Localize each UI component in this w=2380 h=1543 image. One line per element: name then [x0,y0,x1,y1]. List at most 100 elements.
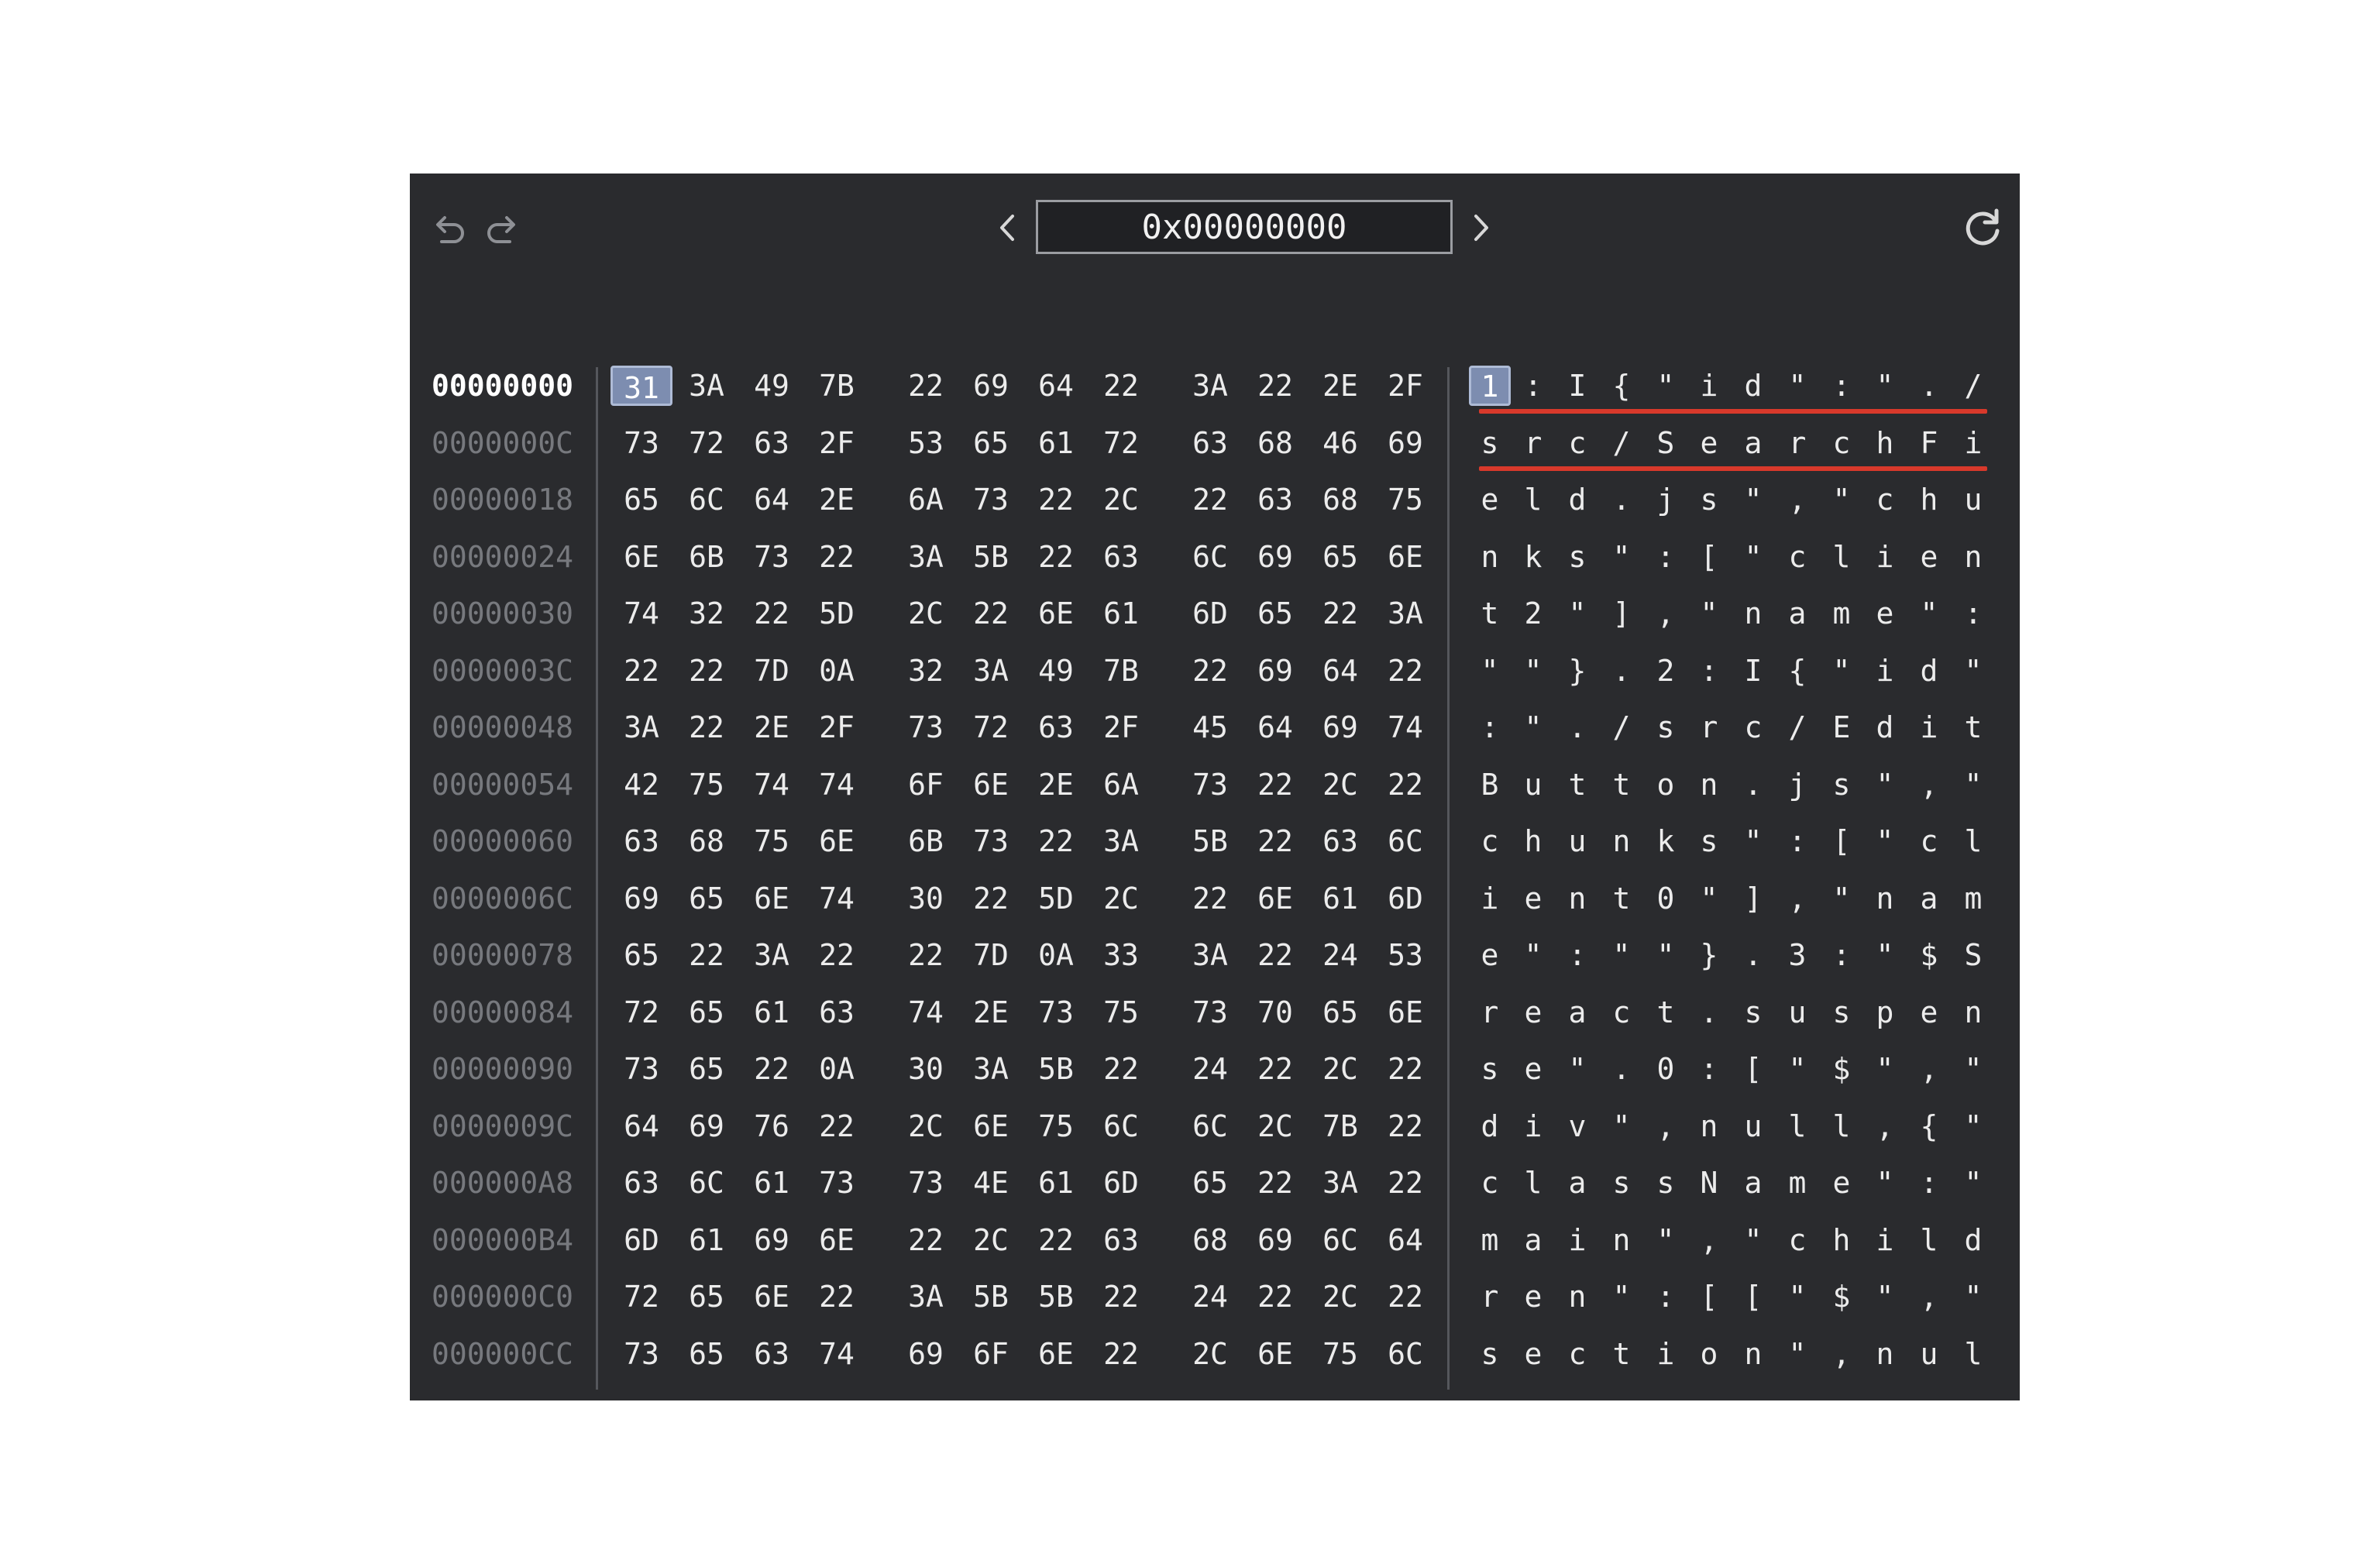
text-char[interactable]: d [1958,1212,1989,1269]
text-char[interactable]: " [1782,1041,1813,1098]
hex-byte[interactable]: 73 [895,1155,957,1211]
hex-byte[interactable]: 63 [1090,529,1152,586]
text-char[interactable]: u [1782,985,1813,1041]
hex-byte[interactable]: 72 [1090,415,1152,472]
text-char[interactable]: , [1694,1212,1725,1269]
hex-byte[interactable]: 22 [1025,813,1087,870]
hex-byte[interactable]: 63 [1025,699,1087,756]
text-char[interactable]: a [1738,1155,1769,1211]
text-char[interactable]: i [1650,1326,1681,1383]
text-char[interactable]: u [1958,472,1989,528]
hex-byte[interactable]: 22 [1179,871,1241,927]
text-char[interactable]: " [1958,643,1989,699]
text-char[interactable]: c [1474,813,1505,870]
hex-byte[interactable]: 6E [610,529,672,586]
hex-byte[interactable]: 2C [1309,1269,1371,1325]
text-char[interactable]: / [1782,699,1813,756]
hex-byte[interactable]: 2F [806,415,868,472]
address-input[interactable] [1036,200,1453,254]
hex-byte[interactable]: 7B [1309,1098,1371,1155]
text-char[interactable]: I [1738,643,1769,699]
hex-byte[interactable]: 3A [1179,358,1241,414]
hex-byte[interactable]: 22 [806,1098,868,1155]
text-char[interactable]: " [1914,586,1945,642]
text-char[interactable]: : [1650,1269,1681,1325]
text-char[interactable]: S [1958,927,1989,984]
hex-byte[interactable]: 61 [741,985,803,1041]
hex-byte[interactable]: 74 [895,985,957,1041]
hex-byte[interactable]: 7B [806,358,868,414]
text-char[interactable]: " [1474,643,1505,699]
text-char[interactable]: 0 [1650,1041,1681,1098]
hex-byte[interactable]: 6C [1309,1212,1371,1269]
text-char[interactable]: : [1914,1155,1945,1211]
hex-byte[interactable]: 69 [1244,643,1306,699]
hex-byte[interactable]: 6D [1179,586,1241,642]
text-char[interactable]: n [1738,586,1769,642]
text-char[interactable]: i [1869,643,1900,699]
text-char[interactable]: [ [1694,529,1725,586]
text-char[interactable]: / [1606,699,1637,756]
text-char[interactable]: e [1869,586,1900,642]
text-char[interactable]: 2 [1518,586,1549,642]
hex-byte[interactable]: 73 [741,529,803,586]
hex-byte[interactable]: 73 [1179,985,1241,1041]
text-char[interactable]: p [1869,985,1900,1041]
hex-byte[interactable]: 3A [960,643,1022,699]
text-char[interactable]: c [1869,472,1900,528]
text-char[interactable]: m [1782,1155,1813,1211]
hex-byte[interactable]: 72 [610,985,672,1041]
text-char[interactable]: n [1562,1269,1593,1325]
text-char[interactable]: h [1518,813,1549,870]
hex-byte[interactable]: 53 [1374,927,1436,984]
hex-byte[interactable]: 22 [676,699,738,756]
text-char[interactable]: d [1738,358,1769,414]
hex-byte[interactable]: 24 [1179,1269,1241,1325]
hex-byte[interactable]: 6E [960,1098,1022,1155]
text-char[interactable]: s [1474,415,1505,472]
hex-byte[interactable]: 6E [1025,1326,1087,1383]
text-char[interactable]: v [1562,1098,1593,1155]
hex-byte[interactable]: 69 [1374,415,1436,472]
text-char[interactable]: s [1474,1326,1505,1383]
hex-byte[interactable]: 2C [960,1212,1022,1269]
text-char[interactable]: : [1562,927,1593,984]
hex-byte[interactable]: 73 [610,415,672,472]
text-char[interactable]: " [1958,1155,1989,1211]
hex-byte[interactable]: 61 [1025,415,1087,472]
hex-byte[interactable]: 65 [676,1041,738,1098]
hex-byte[interactable]: 42 [610,757,672,813]
text-char[interactable]: $ [1914,927,1945,984]
hex-byte[interactable]: 2F [1090,699,1152,756]
text-char[interactable]: S [1650,415,1681,472]
hex-byte[interactable]: 22 [1090,358,1152,414]
hex-byte[interactable]: 22 [1090,1041,1152,1098]
text-char[interactable]: " [1694,586,1725,642]
hex-byte[interactable]: 22 [1374,1041,1436,1098]
hex-byte[interactable]: 64 [1374,1212,1436,1269]
hex-byte[interactable]: 72 [610,1269,672,1325]
hex-byte[interactable]: 6C [1179,529,1241,586]
hex-byte[interactable]: 2E [1309,358,1371,414]
text-char[interactable]: n [1562,871,1593,927]
hex-byte[interactable]: 65 [676,1326,738,1383]
hex-byte[interactable]: 75 [1025,1098,1087,1155]
hex-byte[interactable]: 75 [1374,472,1436,528]
hex-byte[interactable]: 6E [960,757,1022,813]
hex-byte[interactable]: 6E [1025,586,1087,642]
hex-byte[interactable]: 73 [895,699,957,756]
text-char[interactable]: 3 [1782,927,1813,984]
hex-byte[interactable]: 24 [1309,927,1371,984]
text-char[interactable]: . [1694,985,1725,1041]
text-char[interactable]: e [1914,529,1945,586]
hex-byte[interactable]: 0A [806,643,868,699]
text-char[interactable]: " [1694,871,1725,927]
text-char[interactable]: l [1958,813,1989,870]
hex-byte[interactable]: 68 [1309,472,1371,528]
hex-byte[interactable]: 65 [676,871,738,927]
hex-byte[interactable]: 69 [741,1212,803,1269]
hex-byte[interactable]: 3A [960,1041,1022,1098]
hex-byte[interactable]: 69 [610,871,672,927]
hex-byte[interactable]: 22 [741,1041,803,1098]
text-char[interactable]: d [1869,699,1900,756]
